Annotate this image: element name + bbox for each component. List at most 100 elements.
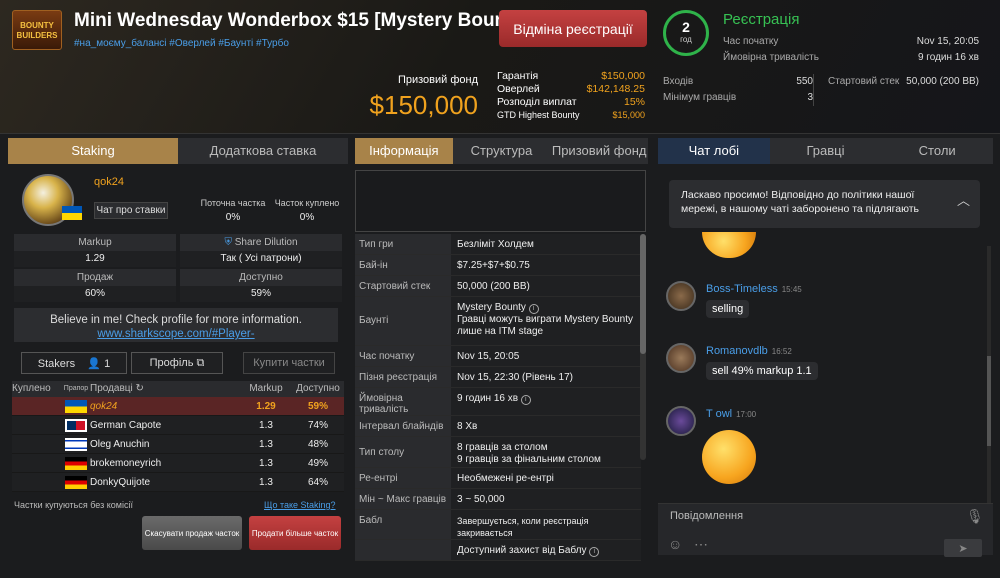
germany-flag-icon — [65, 475, 87, 489]
info-scrollbar[interactable] — [640, 234, 646, 460]
no-commission-note: Частки купуються без комісії — [14, 500, 133, 510]
chevron-up-icon[interactable]: ︿ — [957, 194, 970, 208]
info-row: Пізня реєстрація Nov 15, 22:30 (Рівень 17… — [355, 367, 641, 388]
sharkscope-link[interactable]: www.sharkscope.com/#Player- — [97, 328, 254, 340]
profile-button[interactable]: Профіль ⧉ — [131, 352, 223, 374]
info-icon[interactable]: i — [528, 304, 539, 314]
tab-side-bet[interactable]: Додаткова ставка — [178, 138, 348, 164]
tournament-tags[interactable]: #на_моєму_балансі #Оверлей #Баунті #Турб… — [74, 38, 289, 49]
what-is-staking-link[interactable]: Що таке Staking? — [264, 500, 336, 510]
info-banner — [355, 170, 646, 232]
tab-info[interactable]: Інформація — [355, 138, 453, 164]
markup-box: Markup 1.29 — [14, 234, 176, 267]
prize-fund-value: $150,000 — [369, 90, 478, 120]
table-row[interactable]: DonkyQuijote 1.3 64% — [12, 473, 344, 492]
germany-flag-icon — [65, 456, 87, 470]
tournament-logo: BOUNTY BUILDERS — [12, 10, 62, 50]
table-row[interactable]: German Capote 1.3 74% — [12, 416, 344, 435]
staking-panel: Staking Додаткова ставка qok24 Чат про с… — [8, 138, 348, 576]
table-row[interactable]: brokemoneyrich 1.3 49% — [12, 454, 344, 473]
duration-row: Ймовірна тривалість 9 годин 16 хв — [723, 52, 979, 63]
tournament-title: Mini Wednesday Wonderbox $15 [Mystery Bo… — [74, 10, 530, 31]
tab-staking[interactable]: Staking — [8, 138, 178, 164]
buy-shares-button[interactable]: Купити частки — [243, 352, 335, 374]
avatar[interactable] — [666, 343, 696, 373]
info-row: Стартовий стек 50,000 (200 BB) — [355, 276, 641, 297]
registration-stats: Час початку Nov 15, 20:05 Ймовірна тривал… — [723, 34, 979, 66]
staking-chat-button[interactable]: Чат про ставки — [94, 202, 168, 219]
external-link-icon: ⧉ — [196, 356, 205, 369]
welcome-message: Ласкаво просимо! Відповідно до політики … — [669, 180, 980, 228]
table-row[interactable]: qok24 1.29 59% — [12, 397, 344, 416]
entries-row: Входів 550 — [663, 76, 813, 87]
stakers-button[interactable]: Stakers 👤 1 — [21, 352, 127, 374]
emoji-picker-icon[interactable]: ☺ — [668, 536, 682, 552]
current-share-value: 0% — [225, 212, 241, 223]
ukraine-flag-icon — [65, 399, 87, 413]
israel-flag-icon — [65, 437, 87, 451]
info-row: Ймовірна тривалість 9 годин 16 хв i — [355, 388, 641, 416]
bought-share-value: 0% — [299, 212, 315, 223]
tab-prize-pool[interactable]: Призовий фонд — [550, 138, 649, 164]
gtd-bounty-row: GTD Highest Bounty $15,000 — [497, 110, 645, 120]
info-row: Бай-ін $7.25+$7+$0.75 — [355, 255, 641, 276]
entry-stats: Входів 550 Мінімум гравців 3 Стартовий сте… — [663, 74, 979, 106]
sellers-table: Куплено Прапор Продавці ↻ Markup Доступн… — [12, 381, 344, 492]
info-row: Доступний захист від Баблу i — [355, 540, 641, 561]
current-share-label: Поточна частка — [200, 198, 266, 208]
payout-row: Розподіл виплат 15% — [497, 96, 645, 108]
info-table: Тип гри Безліміт Холдем Бай-ін $7.25+$7+$0… — [355, 234, 641, 561]
start-time-row: Час початку Nov 15, 20:05 — [723, 36, 979, 47]
tournament-header: BOUNTY BUILDERS Mini Wednesday Wonderbox… — [0, 0, 1000, 134]
prize-fund-label: Призовий фонд — [397, 74, 478, 86]
info-row: Бабл Завершується, коли реєстрація закрив… — [355, 510, 641, 540]
emoji-partial — [702, 232, 756, 258]
info-row: Інтервал блайндів 8 Хв — [355, 416, 641, 437]
chat-scrollbar[interactable] — [987, 246, 991, 506]
user-icon: 👤 — [87, 357, 102, 370]
tab-lobby-chat[interactable]: Чат лобі — [658, 138, 770, 164]
registration-status: Реєстрація — [723, 11, 800, 28]
avatar[interactable] — [666, 281, 696, 311]
unregister-button[interactable]: Відміна реєстрації — [499, 10, 647, 47]
info-icon[interactable]: i — [520, 395, 531, 405]
send-button[interactable]: ➤ — [944, 539, 982, 557]
microphone-icon[interactable]: 🎙 — [966, 508, 984, 525]
bought-share-label: Часток куплено — [274, 198, 340, 208]
info-row: Баунті Mystery Bounty i Гравці можуть вигр… — [355, 297, 641, 346]
table-row[interactable]: Oleg Anuchin 1.3 48% — [12, 435, 344, 454]
staker-username: qok24 — [94, 176, 124, 188]
avatar[interactable] — [666, 406, 696, 436]
available-box: Доступно 59% — [180, 269, 342, 302]
guarantee-stats: Гарантія $150,000 Оверлей $142,148.25 Розп… — [497, 70, 645, 122]
guarantee-row: Гарантія $150,000 — [497, 70, 645, 82]
info-icon[interactable]: i — [589, 547, 600, 557]
refresh-icon[interactable]: ↻ — [136, 383, 144, 394]
info-row: Мін ~ Макс гравців 3 ~ 50,000 — [355, 489, 641, 510]
staker-promo-text: Believe in me! Check profile for more in… — [14, 308, 338, 342]
info-row: Тип столу 8 гравців за столом 9 гравців за… — [355, 437, 641, 468]
info-row: Ре-ентрі Необмежені ре-ентрі — [355, 468, 641, 489]
cancel-sale-button[interactable]: Скасувати продаж часток — [142, 516, 242, 550]
sell-more-button[interactable]: Продати більше часток — [249, 516, 341, 550]
ukraine-flag-icon — [62, 206, 82, 220]
more-icon[interactable]: ⋯ — [694, 536, 708, 553]
tab-players[interactable]: Гравці — [769, 138, 882, 164]
countdown-timer: 2 год — [663, 10, 709, 56]
tab-tables[interactable]: Столи — [881, 138, 994, 164]
shield-icon: ⛨ — [224, 237, 235, 248]
overlay-row: Оверлей $142,148.25 — [497, 83, 645, 95]
info-row: Тип гри Безліміт Холдем — [355, 234, 641, 255]
emoji-icon — [702, 430, 756, 484]
starting-stack-row: Стартовий стек 50,000 (200 BB) — [828, 76, 979, 87]
sale-box: Продаж 60% — [14, 269, 176, 302]
info-panel: Інформація Структура Призовий фонд Тип г… — [355, 138, 649, 576]
info-row: Час початку Nov 15, 20:05 — [355, 346, 641, 367]
sellers-table-header: Куплено Прапор Продавці ↻ Markup Доступн… — [12, 381, 344, 397]
message-input[interactable]: Повідомлення 🎙 ☺ ⋯ ➤ — [658, 503, 993, 557]
dilution-box: ⛨ Share Dilution Так ( Усі патрони) — [180, 234, 342, 267]
dominican-flag-icon — [65, 418, 87, 432]
min-players-row: Мінімум гравців 3 — [663, 92, 813, 103]
tab-structure[interactable]: Структура — [452, 138, 551, 164]
chat-panel: Чат лобі Гравці Столи Ласкаво просимо! В… — [658, 138, 994, 576]
